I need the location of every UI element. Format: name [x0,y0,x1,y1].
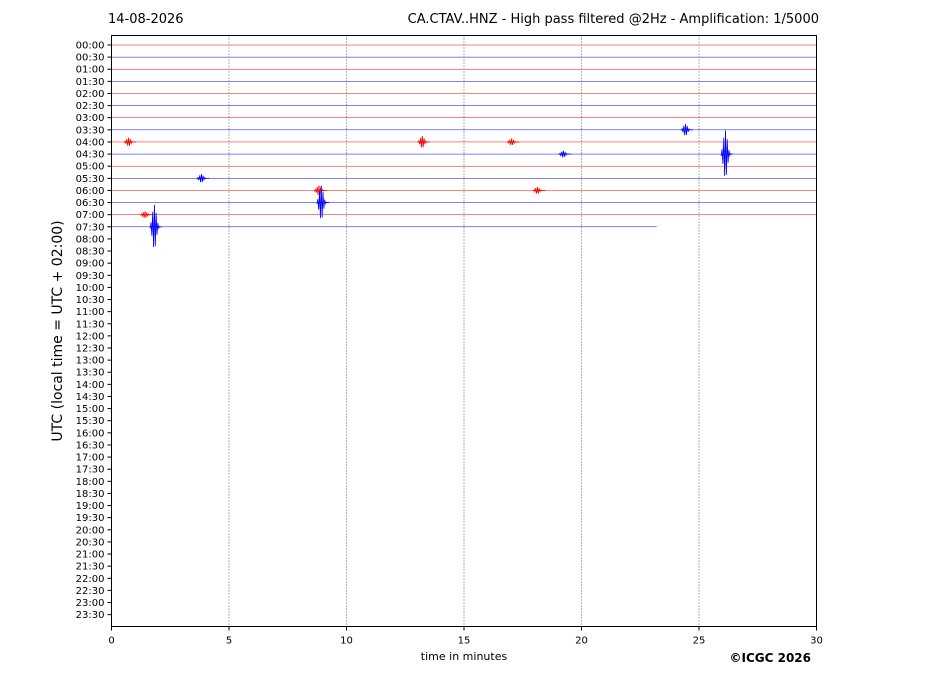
x-axis-label: time in minutes [421,650,508,663]
y-tick-label: 08:30 [76,247,105,258]
y-tick-label: 06:30 [76,198,105,209]
event-spike [123,137,137,146]
y-tick-label: 04:30 [76,150,105,161]
y-tick-label: 09:00 [76,259,105,270]
y-tick-label: 16:00 [76,428,105,439]
event-spike [680,123,694,136]
y-tick-label: 19:30 [76,513,105,524]
x-tick-label: 25 [693,636,706,647]
y-tick-label: 22:30 [76,586,105,597]
y-tick-label: 17:00 [76,453,105,464]
y-tick-label: 01:00 [76,65,105,76]
y-tick-label: 03:00 [76,113,105,124]
y-tick-label: 20:00 [76,525,105,536]
y-tick-label: 11:30 [76,319,105,330]
event-spike [532,186,546,194]
y-tick-label: 05:30 [76,174,105,185]
y-tick-label: 17:30 [76,465,105,476]
grid-lines [228,35,700,627]
y-tick-label: 23:30 [76,610,105,621]
y-tick-label: 20:30 [76,537,105,548]
event-spikes [123,123,734,248]
y-tick-label: 00:00 [76,41,105,52]
y-tick-label: 18:30 [76,489,105,500]
y-tick-label: 15:30 [76,416,105,427]
y-tick-labels: 00:0000:3001:0001:3002:0002:3003:0003:30… [76,41,112,621]
y-tick-label: 13:30 [76,368,105,379]
seismogram-chart: 00:0000:3001:0001:3002:0002:3003:0003:30… [50,35,823,663]
y-tick-label: 02:30 [76,101,105,112]
y-tick-label: 07:30 [76,222,105,233]
x-tick-labels: 0 5 10 15 20 25 30 [108,626,823,647]
y-tick-label: 12:00 [76,331,105,342]
y-tick-label: 03:30 [76,125,105,136]
y-tick-label: 21:30 [76,562,105,573]
y-tick-label: 07:00 [76,210,105,221]
y-tick-label: 15:00 [76,404,105,415]
event-spike [417,135,431,148]
y-tick-label: 19:00 [76,501,105,512]
x-tick-label: 5 [226,636,232,647]
y-tick-label: 22:00 [76,574,105,585]
x-tick-label: 20 [575,636,588,647]
y-tick-label: 08:00 [76,234,105,245]
y-tick-label: 13:00 [76,356,105,367]
copyright-notice: ©ICGC 2026 [729,651,811,665]
plot-frame [111,35,817,627]
y-tick-label: 10:00 [76,283,105,294]
y-tick-label: 14:30 [76,392,105,403]
y-tick-label: 16:30 [76,440,105,451]
x-tick-label: 0 [108,636,114,647]
event-spike [506,138,520,146]
event-spike [558,150,572,158]
y-tick-label: 09:30 [76,271,105,282]
x-tick-label: 15 [458,636,471,647]
y-tick-label: 00:30 [76,53,105,64]
y-tick-label: 04:00 [76,137,105,148]
y-tick-label: 23:00 [76,598,105,609]
y-tick-label: 02:00 [76,89,105,100]
y-tick-label: 14:00 [76,380,105,391]
event-spike [720,130,734,176]
y-tick-label: 12:30 [76,344,105,355]
y-axis-label: UTC (local time = UTC + 02:00) [50,220,66,441]
y-tick-label: 21:00 [76,550,105,561]
y-tick-label: 06:00 [76,186,105,197]
event-spike [196,174,210,183]
y-tick-label: 18:00 [76,477,105,488]
event-spike [149,204,163,248]
event-spike [140,211,153,218]
event-spike [314,185,327,196]
x-tick-label: 30 [810,636,823,647]
y-tick-label: 11:00 [76,307,105,318]
y-tick-label: 10:30 [76,295,105,306]
y-tick-label: 05:00 [76,162,105,173]
x-tick-label: 10 [340,636,353,647]
y-tick-label: 01:30 [76,77,105,88]
